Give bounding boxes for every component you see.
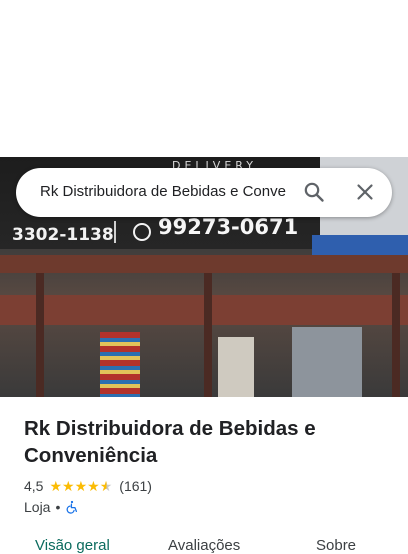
product-shelf	[100, 332, 140, 397]
tab-reviews[interactable]: Avaliações	[168, 537, 240, 554]
star-icon: ★	[74, 478, 88, 494]
star-icon: ★	[62, 478, 75, 494]
whatsapp-icon	[133, 223, 151, 241]
tab-about[interactable]: Sobre	[316, 537, 356, 554]
half-star-icon: ★	[99, 478, 113, 494]
search-bar[interactable]: Rk Distribuidora de Bebidas e Conveniênc…	[16, 168, 392, 217]
support-post	[392, 273, 400, 397]
support-post	[36, 273, 44, 397]
rating-value: 4,5	[24, 478, 44, 494]
tab-overview[interactable]: Visão geral	[35, 537, 110, 554]
rating-row[interactable]: 4,5 ★ ★ ★ ★ ★ (161)	[24, 477, 152, 495]
review-count[interactable]: (161)	[119, 478, 152, 494]
roof-beam	[0, 255, 408, 273]
search-icon[interactable]	[302, 180, 326, 204]
sign-phone-left: 3302-1138	[12, 225, 114, 245]
place-category: Loja	[24, 499, 51, 515]
close-icon[interactable]	[353, 180, 377, 204]
rating-stars: ★ ★ ★ ★ ★	[49, 479, 112, 493]
star-icon: ★	[49, 478, 63, 494]
support-post	[204, 273, 212, 397]
place-title: Rk Distribuidora de Bebidas e Conveniênc…	[24, 417, 316, 467]
category-row: Loja •	[24, 498, 79, 516]
sign-divider	[114, 221, 116, 243]
sign-phone-right: 99273-0671	[158, 215, 299, 239]
search-input[interactable]: Rk Distribuidora de Bebidas e Conveniênc…	[40, 183, 286, 203]
star-icon: ★	[87, 478, 100, 494]
store-door	[218, 337, 254, 397]
wheelchair-icon	[66, 500, 78, 514]
neighbor-window	[292, 327, 362, 397]
separator-dot: •	[55, 499, 61, 515]
